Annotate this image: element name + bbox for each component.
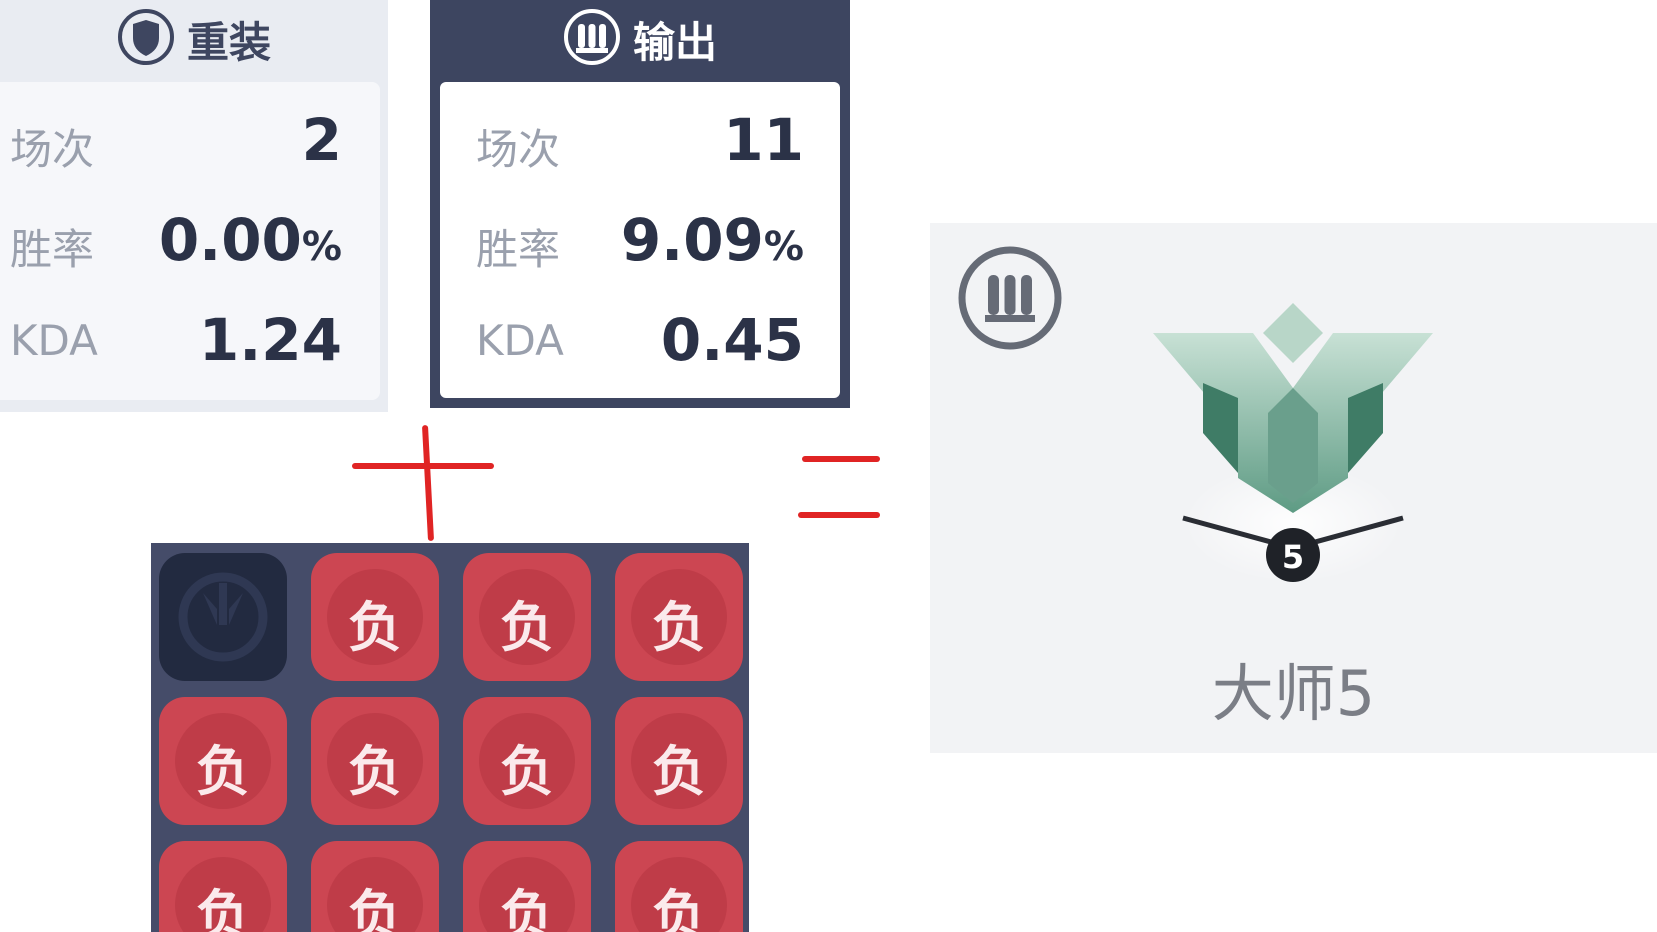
stat-value: 0.45: [660, 306, 804, 374]
damage-stats-body: 场次 11 胜率 9.09% KDA 0.45: [440, 82, 840, 398]
result-tile-loss: 负: [311, 553, 439, 681]
result-tile-loss: 负: [159, 697, 287, 825]
stat-value: 1.24: [198, 306, 342, 374]
bullets-icon: [958, 246, 1062, 350]
tank-stats-body: 场次 2 胜率 0.00% KDA 1.24: [0, 82, 380, 400]
result-tile-loss: 负: [463, 697, 591, 825]
overwatch-logo-icon: [178, 572, 268, 662]
stat-unit: %: [763, 224, 804, 270]
result-tile-text: 负: [652, 884, 706, 932]
stat-value: 9.09%: [621, 206, 804, 274]
result-tile-loss: 负: [311, 841, 439, 932]
stat-label: 胜率: [476, 225, 561, 274]
result-tile-loss: 负: [159, 841, 287, 932]
result-tile-text: 负: [348, 740, 402, 803]
result-tile-loss: 负: [615, 841, 743, 932]
stat-row-matches: 场次 2: [0, 100, 380, 180]
stat-value: 0.00%: [159, 206, 342, 274]
result-tile-loss: 负: [463, 841, 591, 932]
bullets-icon: [563, 8, 621, 70]
stat-value: 11: [723, 106, 804, 174]
rank-panel: 5 大师5: [930, 223, 1657, 753]
stat-number: 0.00: [158, 206, 302, 274]
result-tile-text: 负: [500, 740, 554, 803]
damage-card-header: 输出: [430, 0, 850, 78]
rank-label: 大师5: [1211, 657, 1376, 730]
result-tile-text: 负: [348, 884, 402, 932]
stat-row-matches: 场次 11: [440, 100, 840, 180]
tank-card-header: 重装: [0, 0, 388, 78]
stat-label: KDA: [476, 316, 564, 365]
tank-stats-card: 重装 场次 2 胜率 0.00% KDA 1.24: [0, 0, 388, 412]
result-tile-text: 负: [500, 596, 554, 659]
rank-division: 5: [1281, 538, 1305, 576]
stat-label: 胜率: [10, 225, 95, 274]
stat-label: KDA: [10, 316, 98, 365]
stat-row-winrate: 胜率 0.00%: [0, 200, 380, 280]
stat-label: 场次: [10, 125, 95, 174]
result-tile-text: 负: [652, 740, 706, 803]
damage-role-title: 输出: [632, 17, 717, 67]
stat-label: 场次: [476, 125, 561, 174]
match-result-grid: 负 负 负 负 负 负 负 负 负 负 负: [151, 543, 749, 932]
stat-unit: %: [301, 224, 342, 270]
result-tile-text: 负: [348, 596, 402, 659]
shield-icon: [117, 8, 175, 70]
result-tile-text: 负: [196, 884, 250, 932]
stat-row-winrate: 胜率 9.09%: [440, 200, 840, 280]
result-tile-loss: 负: [615, 553, 743, 681]
stat-value: 2: [301, 106, 342, 174]
result-tile-loss: 负: [311, 697, 439, 825]
tank-role-title: 重装: [186, 17, 271, 67]
stat-row-kda: KDA 0.45: [440, 300, 840, 380]
stat-number: 9.09: [620, 206, 764, 274]
result-tile-loss: 负: [615, 697, 743, 825]
result-tile-text: 负: [652, 596, 706, 659]
result-tile-loss: 负: [463, 553, 591, 681]
result-tile-text: 负: [500, 884, 554, 932]
result-tile-text: 负: [196, 740, 250, 803]
result-tile-empty: [159, 553, 287, 681]
damage-stats-card: 输出 场次 11 胜率 9.09% KDA 0.45: [430, 0, 850, 408]
stat-row-kda: KDA 1.24: [0, 300, 380, 380]
